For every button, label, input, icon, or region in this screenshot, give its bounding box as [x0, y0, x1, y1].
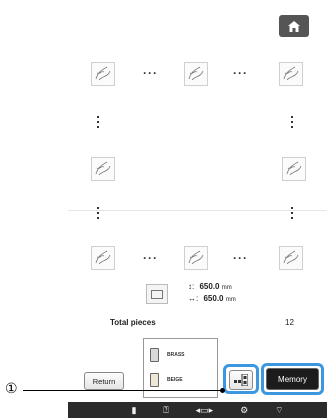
height-readout: ↕: 650.0 mm — [188, 282, 232, 291]
vertical-ellipsis-indicator — [96, 116, 100, 131]
width-readout: ↔: 650.0 mm — [188, 294, 236, 303]
home-button[interactable] — [279, 15, 309, 37]
callout-number: ① — [5, 380, 18, 396]
ellipsis-indicator: ··· — [233, 251, 248, 265]
help-icon[interactable]: ⍰ — [163, 405, 168, 416]
vertical-ellipsis-indicator — [96, 207, 100, 222]
home-icon — [288, 20, 300, 32]
thread-spool-icon — [150, 348, 159, 362]
pattern-tile — [91, 246, 115, 270]
thread-item[interactable]: BEIGE — [150, 373, 183, 387]
total-pieces-label: Total pieces — [110, 318, 156, 327]
divider — [68, 210, 327, 211]
memory-button[interactable]: Memory — [266, 368, 319, 390]
thread-name: BRASS — [167, 352, 185, 358]
height-unit: mm — [221, 285, 232, 291]
hoop-size-icon[interactable]: ◂▭▸ — [196, 405, 214, 416]
vertical-ellipsis-indicator — [290, 116, 294, 131]
pattern-tile — [184, 246, 208, 270]
thread-color-list[interactable]: BRASS BEIGE — [143, 338, 218, 398]
pattern-tile — [279, 62, 303, 86]
pattern-tile — [282, 157, 306, 181]
width-value: 650.0 — [203, 294, 224, 303]
width-unit: mm — [225, 297, 236, 303]
ellipsis-indicator: ··· — [143, 66, 158, 80]
layout-button[interactable] — [229, 370, 253, 390]
settings-icon[interactable]: ⚙ — [240, 405, 248, 416]
pattern-tile — [91, 62, 115, 86]
hoop-size-icon — [146, 284, 168, 304]
pattern-tile — [279, 246, 303, 270]
vertical-ellipsis-indicator — [290, 207, 294, 222]
thread-name: BEIGE — [167, 377, 183, 383]
callout-line — [23, 390, 223, 391]
grid-layout-icon — [234, 374, 248, 386]
horizontal-arrow-icon: ↔: — [188, 294, 199, 303]
wifi-icon[interactable]: ⌔ — [275, 405, 283, 416]
height-value: 650.0 — [199, 282, 220, 291]
file-icon[interactable]: ▮ — [131, 405, 136, 416]
pattern-tile — [184, 62, 208, 86]
total-pieces-value: 12 — [285, 318, 294, 327]
return-button[interactable]: Return — [84, 372, 124, 390]
pattern-tile — [91, 157, 115, 181]
vertical-arrow-icon: ↕: — [188, 282, 195, 291]
thread-spool-icon — [150, 373, 159, 387]
status-bar: ▮ ⍰ ◂▭▸ ⚙ ⌔ — [68, 402, 327, 418]
ellipsis-indicator: ··· — [233, 66, 248, 80]
callout-dot — [220, 388, 225, 393]
thread-item[interactable]: BRASS — [150, 348, 185, 362]
ellipsis-indicator: ··· — [143, 251, 158, 265]
